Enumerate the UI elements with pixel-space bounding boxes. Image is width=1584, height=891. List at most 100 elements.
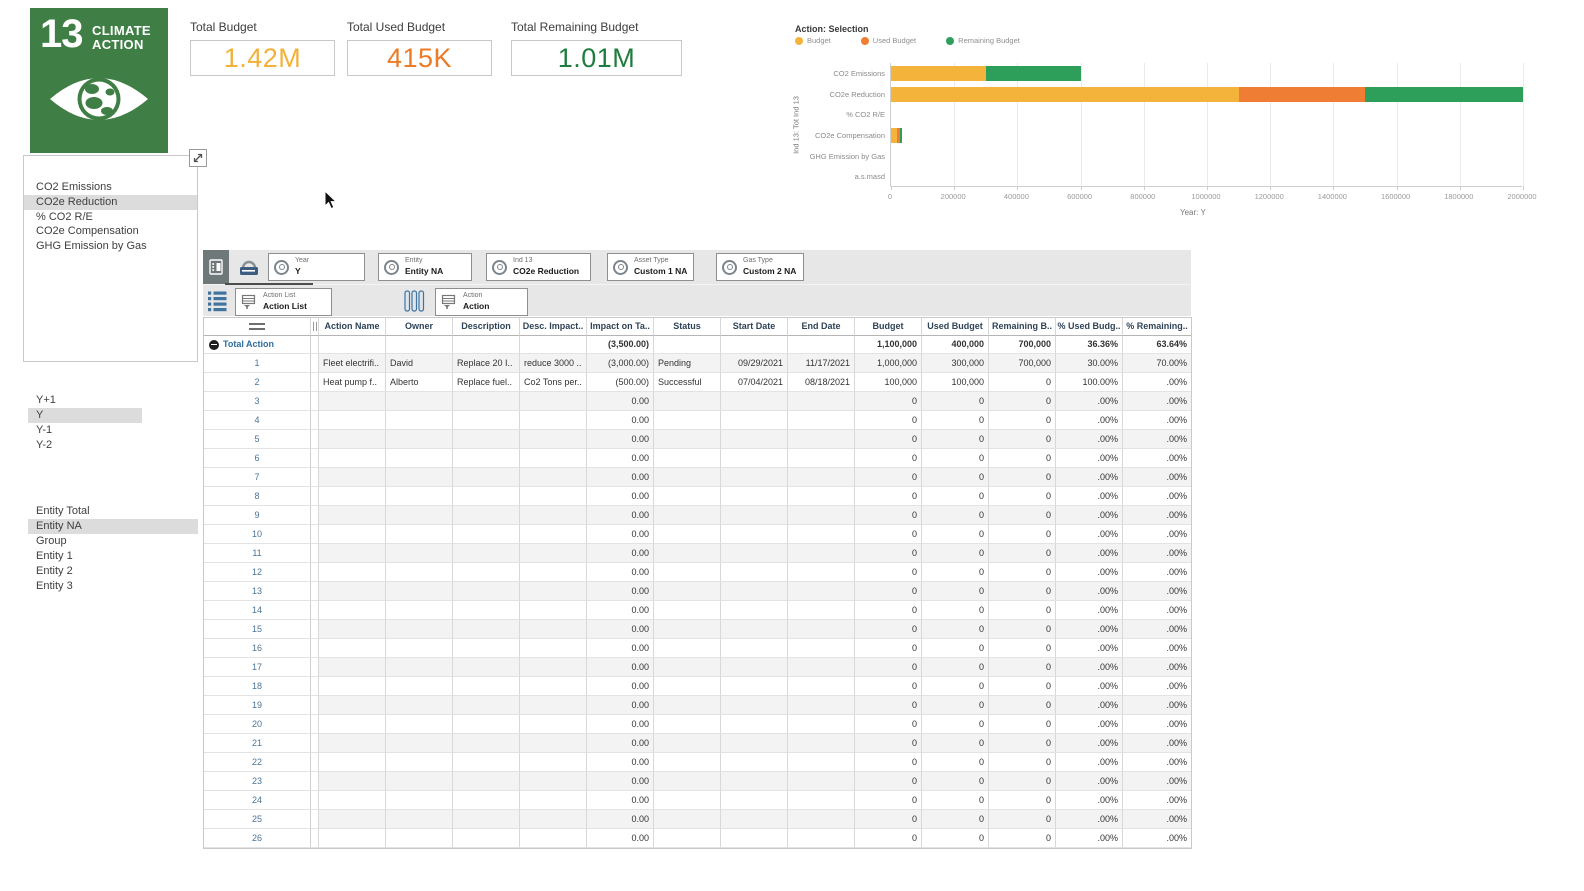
table-header-cell[interactable]: Action Name [319,318,386,336]
table-header-cell[interactable]: % Remaining.. [1123,318,1191,336]
column-resize-handle[interactable] [313,322,317,331]
table-cell: 400,000 [922,336,989,354]
table-row[interactable]: 180.00000.00%.00% [204,677,1191,696]
table-row[interactable]: 160.00000.00%.00% [204,639,1191,658]
legend-item[interactable]: Used Budget [861,36,916,45]
table-row[interactable]: 30.00000.00%.00% [204,392,1191,411]
table-row[interactable]: 1Fleet electrifi..DavidReplace 20 I..red… [204,354,1191,373]
filter-chip-ind-13[interactable]: Ind 13CO2e Reduction [486,253,591,281]
table-header-cell[interactable]: Impact on Ta.. [587,318,654,336]
table-cell [520,829,587,848]
table-cell: .00% [1056,601,1123,620]
chart-bar-segment[interactable] [891,66,986,81]
chart-bar-segment[interactable] [891,87,1239,102]
view-chip-action-list[interactable]: Action ListAction List [235,288,332,316]
chart-bar-segment[interactable] [986,66,1081,81]
table-row[interactable]: 40.00000.00%.00% [204,411,1191,430]
table-row[interactable]: 140.00000.00%.00% [204,601,1191,620]
table-row[interactable]: 230.00000.00%.00% [204,772,1191,791]
table-row[interactable]: 100.00000.00%.00% [204,525,1191,544]
table-cell [386,336,453,354]
table-total-row[interactable]: Total Action(3,500.00)1,100,000400,00070… [204,336,1191,354]
table-row[interactable]: 110.00000.00%.00% [204,544,1191,563]
entity-item[interactable]: Entity 3 [28,579,198,594]
table-cell [319,449,386,468]
filter-chip-entity[interactable]: EntityEntity NA [378,253,472,281]
table-header-cell[interactable] [204,318,311,336]
table-header-cell[interactable]: Used Budget [922,318,989,336]
table-cell [788,411,855,430]
list-view-icon[interactable] [208,290,227,312]
chart-bar-segment[interactable] [1365,87,1523,102]
measure-item[interactable]: CO2 Emissions [24,180,197,195]
filter-chip-year[interactable]: YearY [268,253,365,281]
table-header-cell[interactable]: Budget [855,318,922,336]
entity-item[interactable]: Entity NA [28,519,198,534]
year-item[interactable]: Y [28,408,142,423]
table-row[interactable]: 80.00000.00%.00% [204,487,1191,506]
table-row[interactable]: 150.00000.00%.00% [204,620,1191,639]
table-header-cell[interactable]: Status [654,318,721,336]
table-cell [453,696,520,715]
table-row[interactable]: 190.00000.00%.00% [204,696,1191,715]
entity-item[interactable]: Entity 1 [28,549,198,564]
table-row[interactable]: 260.00000.00%.00% [204,829,1191,848]
year-item[interactable]: Y-2 [28,438,142,453]
table-cell [721,791,788,810]
chart-category-label: % CO2 R/E [789,110,885,119]
expand-button[interactable] [189,149,207,167]
measure-item[interactable]: GHG Emission by Gas [24,239,197,254]
chart-bar-segment[interactable] [1239,87,1365,102]
table-header-cell[interactable]: Description [453,318,520,336]
entity-item[interactable]: Entity Total [28,504,198,519]
legend-item[interactable]: Budget [795,36,831,45]
measure-item[interactable]: CO2e Reduction [24,195,197,210]
table-row[interactable]: 130.00000.00%.00% [204,582,1191,601]
entity-item[interactable]: Group [28,534,198,549]
entity-item[interactable]: Entity 2 [28,564,198,579]
chart-bar-segment[interactable] [900,128,903,143]
clear-filters-button[interactable] [237,255,261,279]
table-cell [788,620,855,639]
view-chip-action[interactable]: ActionAction [435,288,528,316]
table-header-cell[interactable]: End Date [788,318,855,336]
filter-panel-button[interactable] [203,250,229,284]
filter-chip-gas-type[interactable]: Gas TypeCustom 2 NA [716,253,804,281]
columns-view-icon[interactable] [404,290,425,312]
table-header-cell[interactable]: Owner [386,318,453,336]
measure-item[interactable]: CO2e Compensation [24,224,197,239]
table-cell: 1,100,000 [855,336,922,354]
measure-item[interactable]: % CO2 R/E [24,210,197,225]
table-row[interactable]: 250.00000.00%.00% [204,810,1191,829]
table-cell: 0 [922,525,989,544]
table-cell [520,487,587,506]
year-item[interactable]: Y-1 [28,423,142,438]
table-cell [721,336,788,354]
table-row[interactable]: 210.00000.00%.00% [204,734,1191,753]
table-row[interactable]: 170.00000.00%.00% [204,658,1191,677]
table-cell [520,430,587,449]
entity-listbox: Entity TotalEntity NAGroupEntity 1Entity… [28,504,198,594]
table-row[interactable]: 120.00000.00%.00% [204,563,1191,582]
table-row[interactable]: 220.00000.00%.00% [204,753,1191,772]
table-header-cell[interactable]: Start Date [721,318,788,336]
collapse-icon[interactable] [209,340,219,350]
table-row[interactable]: 90.00000.00%.00% [204,506,1191,525]
table-header-cell[interactable]: Remaining B.. [989,318,1056,336]
legend-item[interactable]: Remaining Budget [946,36,1020,45]
table-header-cell[interactable] [311,318,319,336]
filter-chip-asset-type[interactable]: Asset TypeCustom 1 NA [607,253,694,281]
table-row[interactable]: 200.00000.00%.00% [204,715,1191,734]
table-cell: 0 [989,506,1056,525]
table-cell [453,430,520,449]
table-row[interactable]: 2Heat pump f..AlbertoReplace fuel..Co2 T… [204,373,1191,392]
table-header-cell[interactable]: Desc. Impact.. [520,318,587,336]
table-cell: .00% [1123,677,1191,696]
table-row[interactable]: 70.00000.00%.00% [204,468,1191,487]
table-row[interactable]: 50.00000.00%.00% [204,430,1191,449]
table-header-cell[interactable]: % Used Budg.. [1056,318,1123,336]
table-row[interactable]: 60.00000.00%.00% [204,449,1191,468]
table-row[interactable]: 240.00000.00%.00% [204,791,1191,810]
year-item[interactable]: Y+1 [28,393,142,408]
table-cell [311,468,319,487]
